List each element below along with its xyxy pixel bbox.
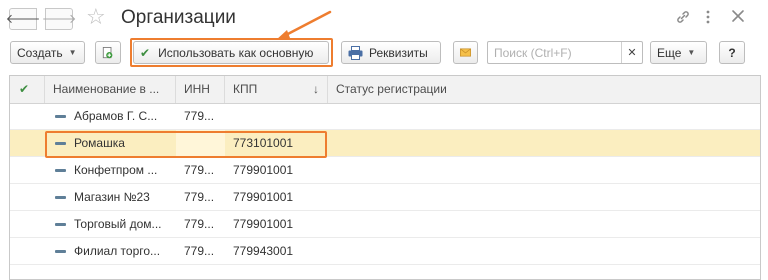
table-row[interactable]: Торговый дом... 779... 779901001 (10, 211, 760, 238)
organizations-table: ✔ Наименование в ... ИНН КПП ↓ Статус ре… (9, 75, 761, 280)
use-as-main-label: Использовать как основную (158, 45, 314, 60)
cell-name: Филиал торго... (74, 244, 161, 258)
table-row[interactable]: Магазин №23 779... 779901001 (10, 184, 760, 211)
arrow-right-icon: 🡒 (41, 11, 77, 26)
cell-kpp: 779901001 (233, 190, 294, 204)
title-bar: 🡐 🡒 ☆ Организации (0, 0, 768, 38)
column-header-inn[interactable]: ИНН (176, 76, 225, 103)
create-button[interactable]: Создать ▼ (10, 41, 85, 64)
more-vertical-icon[interactable] (705, 9, 711, 30)
checkmark-icon: ✔ (140, 45, 151, 60)
star-icon[interactable]: ☆ (86, 6, 106, 28)
help-button[interactable]: ? (719, 41, 745, 64)
table-row[interactable] (10, 265, 760, 279)
cell-kpp (225, 103, 328, 129)
more-label: Еще (657, 45, 682, 60)
toolbar: Создать ▼ ✔ Использовать как основную Ре… (0, 38, 768, 68)
copy-button[interactable] (95, 41, 121, 64)
table-row[interactable]: Конфетпром ... 779... 779901001 (10, 157, 760, 184)
cell-name: Абрамов Г. С... (74, 109, 158, 123)
envelope-icon (460, 48, 471, 57)
close-icon[interactable] (731, 9, 745, 28)
forward-button[interactable]: 🡒 (42, 8, 76, 30)
cell-inn: 779... (184, 163, 215, 177)
link-icon[interactable] (675, 9, 691, 30)
column-header-kpp[interactable]: КПП ↓ (225, 76, 328, 103)
chevron-down-icon: ▼ (68, 48, 77, 57)
table-header: ✔ Наименование в ... ИНН КПП ↓ Статус ре… (10, 76, 760, 104)
clear-search-icon[interactable]: ✕ (621, 42, 642, 63)
cell-inn: 779... (184, 190, 215, 204)
back-button[interactable]: 🡐 (6, 8, 40, 30)
cell-inn (176, 130, 225, 156)
cell-inn: 779... (184, 217, 215, 231)
table-row[interactable]: Филиал торго... 779... 779943001 (10, 238, 760, 265)
cell-kpp: 773101001 (233, 136, 294, 150)
cell-name: Конфетпром ... (74, 163, 158, 177)
column-header-status[interactable]: Статус регистрации (328, 76, 760, 103)
cell-name: Магазин №23 (74, 190, 150, 204)
cell-name: Ромашка (74, 136, 125, 150)
page-title: Организации (121, 7, 236, 28)
more-button[interactable]: Еще ▼ (650, 41, 707, 64)
sort-arrow-icon: ↓ (313, 82, 319, 96)
create-label: Создать (17, 45, 63, 60)
column-header-check[interactable]: ✔ (10, 76, 45, 103)
cell-kpp: 779901001 (233, 217, 294, 231)
requisites-label: Реквизиты (369, 45, 428, 60)
table-row-selected[interactable]: Ромашка 773101001 (10, 130, 760, 157)
use-as-main-button[interactable]: ✔ Использовать как основную (133, 41, 329, 64)
cell-inn: 779... (184, 109, 215, 123)
requisites-button[interactable]: Реквизиты (341, 41, 441, 64)
arrow-left-icon: 🡐 (5, 11, 41, 26)
help-label: ? (728, 45, 736, 60)
chevron-down-icon: ▼ (687, 48, 696, 57)
printer-icon (348, 45, 363, 60)
cell-inn: 779... (184, 244, 215, 258)
copy-add-icon (102, 46, 113, 58)
search-input[interactable] (488, 42, 632, 63)
column-header-name[interactable]: Наименование в ... (45, 76, 176, 103)
email-button[interactable] (453, 41, 478, 64)
column-header-kpp-label: КПП (233, 82, 258, 96)
search-field[interactable]: ✕ (487, 41, 643, 64)
cell-name: Торговый дом... (74, 217, 162, 231)
cell-kpp: 779901001 (233, 163, 294, 177)
table-row[interactable]: Абрамов Г. С... 779... (10, 103, 760, 130)
cell-kpp: 779943001 (233, 244, 294, 258)
